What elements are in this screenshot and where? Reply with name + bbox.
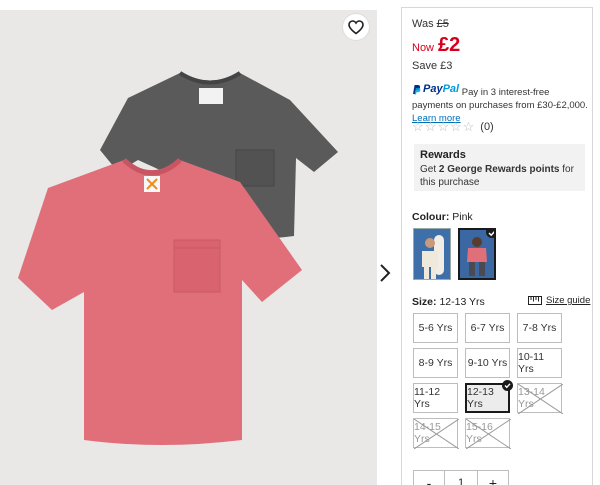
colour-swatch-pink[interactable]	[458, 228, 496, 280]
size-option-12-13-yrs[interactable]: 12-13 Yrs	[465, 380, 513, 413]
star-icon: ☆	[449, 119, 462, 134]
review-count: (0)	[480, 120, 494, 133]
star-icon: ☆	[424, 119, 437, 134]
rewards-points: 2 George Rewards points	[438, 164, 560, 175]
size-option-15-16-yrs[interactable]: 15-16 Yrs	[465, 418, 511, 449]
size-option-11-12-yrs[interactable]: 11-12 Yrs	[413, 383, 458, 413]
star-icon: ☆	[462, 119, 475, 134]
quantity-stepper: - 1 +	[413, 470, 509, 485]
size-option-10-11-yrs[interactable]: 10-11 Yrs	[517, 348, 562, 378]
selected-check-icon	[502, 380, 513, 391]
was-price-row: Was £5	[412, 18, 587, 30]
size-label: Size: 12-13 Yrs	[412, 296, 485, 308]
paypal-logo-text-1: Pay	[423, 83, 443, 95]
was-price: £5	[436, 18, 449, 30]
rewards-text-prefix: Get	[420, 164, 439, 175]
star-icon: ☆	[412, 119, 424, 134]
product-gallery	[0, 0, 394, 485]
size-option-7-8-yrs[interactable]: 7-8 Yrs	[517, 313, 562, 343]
size-option-14-15-yrs[interactable]: 14-15 Yrs	[413, 418, 459, 449]
rewards-text: Get 2 George Rewards points for this pur…	[420, 163, 579, 189]
rewards-box: Rewards Get 2 George Rewards points for …	[414, 144, 585, 191]
star-rating: ☆ ☆ ☆ ☆ ☆	[412, 120, 474, 133]
size-option-label: 6-7 Yrs	[470, 322, 505, 334]
size-option-label: 7-8 Yrs	[522, 322, 557, 334]
size-option-9-10-yrs[interactable]: 9-10 Yrs	[465, 348, 510, 378]
selected-check-icon	[486, 230, 494, 238]
colour-label: Colour: Pink	[412, 211, 473, 223]
colour-swatches	[413, 228, 496, 280]
size-value: 12-13 Yrs	[439, 296, 485, 308]
rating[interactable]: ☆ ☆ ☆ ☆ ☆ (0)	[412, 120, 494, 133]
beige-swatch-image	[414, 229, 450, 279]
colour-value: Pink	[452, 211, 473, 223]
star-icon: ☆	[437, 119, 449, 134]
save-row: Save £3	[412, 60, 587, 72]
colour-label-key: Colour:	[412, 211, 450, 223]
quantity-value[interactable]: 1	[444, 471, 478, 485]
now-price: £2	[438, 34, 461, 56]
rewards-title: Rewards	[420, 149, 466, 161]
now-label: Now	[412, 42, 435, 54]
size-guide-link[interactable]: Size guide	[528, 295, 590, 306]
colour-swatch-beige[interactable]	[413, 228, 451, 280]
unavailable-cross	[466, 419, 511, 449]
size-option-label: 8-9 Yrs	[418, 357, 453, 369]
was-label: Was	[412, 18, 434, 30]
product-details-panel: Was £5 Now £2 Save £3 Pay Pal Pay in 3 int…	[401, 7, 593, 485]
unavailable-cross	[414, 419, 459, 449]
size-guide-label: Size guide	[546, 295, 591, 306]
save-amount: £3	[440, 60, 453, 72]
increase-quantity-button[interactable]: +	[478, 471, 508, 485]
size-option-label: 11-12 Yrs	[414, 386, 441, 410]
price-block: Was £5 Now £2 Save £3	[412, 18, 587, 72]
t-shirt-illustration	[18, 71, 338, 445]
size-option-label: 10-11 Yrs	[518, 351, 545, 375]
paypal-logo: Pay Pal	[412, 83, 459, 96]
favourite-button[interactable]	[343, 14, 369, 40]
size-option-13-14-yrs[interactable]: 13-14 Yrs	[517, 383, 563, 414]
size-option-5-6-yrs[interactable]: 5-6 Yrs	[413, 313, 458, 343]
paypal-icon	[413, 85, 421, 95]
heart-outline-icon	[348, 19, 364, 35]
ruler-icon	[528, 296, 542, 305]
size-label-key: Size:	[412, 296, 437, 308]
product-image	[0, 10, 377, 485]
size-option-8-9-yrs[interactable]: 8-9 Yrs	[413, 348, 458, 378]
paypal-logo-text-2: Pal	[442, 83, 460, 95]
unavailable-cross	[518, 384, 563, 414]
size-option-label: 9-10 Yrs	[467, 357, 508, 369]
chevron-right-icon[interactable]	[378, 262, 392, 284]
size-option-label: 5-6 Yrs	[418, 322, 453, 334]
size-option-6-7-yrs[interactable]: 6-7 Yrs	[465, 313, 510, 343]
now-price-row: Now £2	[412, 34, 587, 57]
decrease-quantity-button[interactable]: -	[414, 471, 444, 485]
save-label: Save	[412, 60, 438, 72]
